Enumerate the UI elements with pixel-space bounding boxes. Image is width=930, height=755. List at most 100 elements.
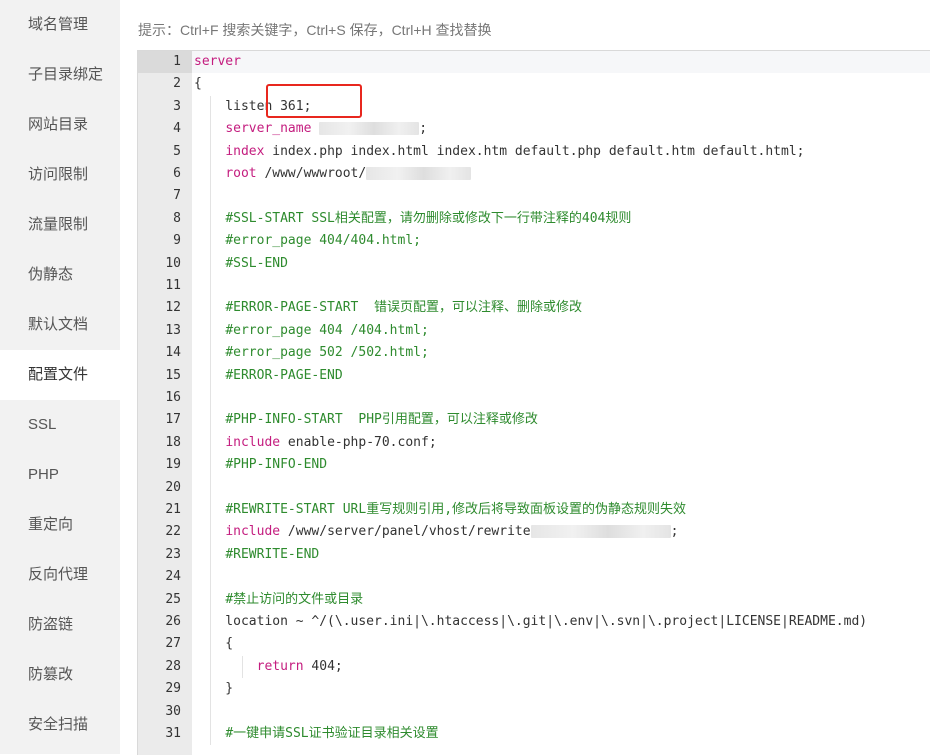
line-number: 3: [173, 98, 181, 114]
sidebar-item[interactable]: 伪静态: [0, 250, 120, 300]
line-number: 10: [165, 255, 181, 271]
line-number: 24: [165, 569, 181, 585]
code-token: 404;: [303, 658, 343, 674]
line-text: #PHP-INFO-END: [194, 454, 327, 476]
sidebar-item[interactable]: 访问限制: [0, 150, 120, 200]
line-number: 11: [165, 278, 181, 293]
code-line[interactable]: 7: [138, 185, 930, 207]
line-text: #SSL-START SSL相关配置，请勿删除或修改下一行带注释的404规则: [194, 208, 631, 230]
code-line[interactable]: 12 #ERROR-PAGE-START 错误页配置，可以注释、删除或修改: [138, 297, 930, 319]
redacted-text: [366, 167, 472, 180]
code-token: return: [256, 658, 304, 674]
code-line[interactable]: 15 #ERROR-PAGE-END: [138, 365, 930, 387]
line-number: 5: [173, 143, 181, 159]
code-line[interactable]: 17 #PHP-INFO-START PHP引用配置，可以注释或修改: [138, 409, 930, 431]
code-line[interactable]: 26 location ~ ^/(\.user.ini|\.htaccess|\…: [138, 611, 930, 633]
code-line[interactable]: 28 return 404;: [138, 656, 930, 678]
code-token: #REWRITE-START URL重写规则引用,修改后将导致面板设置的伪静态规…: [225, 502, 687, 517]
line-text: location ~ ^/(\.user.ini|\.htaccess|\.gi…: [194, 611, 867, 633]
line-text: return 404;: [194, 656, 343, 678]
line-text: #ERROR-PAGE-START 错误页配置，可以注释、删除或修改: [194, 297, 582, 319]
line-text: include enable-php-70.conf;: [194, 432, 437, 454]
line-number: 4: [173, 121, 181, 137]
line-number: 27: [165, 636, 181, 652]
line-text: #error_page 502 /502.html;: [194, 342, 429, 364]
code-line[interactable]: 4 server_name ;: [138, 118, 930, 140]
line-text: #REWRITE-END: [194, 544, 319, 566]
code-line[interactable]: 22 include /www/server/panel/vhost/rewri…: [138, 521, 930, 543]
code-token: {: [194, 636, 234, 652]
code-line[interactable]: 11: [138, 275, 930, 297]
code-token: location ~ ^/(\.user.ini|\.htaccess|\.gi…: [194, 614, 868, 629]
code-token: server_name: [225, 121, 312, 137]
code-token: #ERROR-PAGE-START 错误页配置，可以注释、删除或修改: [225, 300, 583, 316]
code-line[interactable]: 1 server: [138, 51, 930, 74]
code-line[interactable]: 10 #SSL-END: [138, 253, 930, 275]
sidebar-item[interactable]: 网站目录: [0, 100, 120, 150]
code-token: root: [225, 166, 257, 181]
sidebar-item[interactable]: 默认文档: [0, 300, 120, 350]
code-line[interactable]: 19 #PHP-INFO-END: [138, 454, 930, 476]
sidebar-item[interactable]: SSL: [0, 400, 120, 450]
code-line[interactable]: 2{: [138, 73, 930, 95]
sidebar-item[interactable]: 防盗链: [0, 600, 120, 650]
line-text: #error_page 404 /404.html;: [194, 320, 429, 342]
line-number: 14: [165, 345, 181, 361]
line-text: server_name ;: [194, 118, 427, 140]
code-line[interactable]: 6 root /www/wwwroot/: [138, 163, 930, 185]
line-number: 29: [165, 681, 181, 697]
line-text: #REWRITE-START URL重写规则引用,修改后将导致面板设置的伪静态规…: [194, 499, 686, 521]
code-line[interactable]: 8 #SSL-START SSL相关配置，请勿删除或修改下一行带注释的404规则: [138, 208, 930, 230]
code-line[interactable]: 25 #禁止访问的文件或目录: [138, 589, 930, 611]
line-number: 13: [165, 322, 181, 338]
code-line[interactable]: 21 #REWRITE-START URL重写规则引用,修改后将导致面板设置的伪…: [138, 499, 930, 521]
line-text: #PHP-INFO-START PHP引用配置，可以注释或修改: [194, 409, 538, 431]
line-number: 17: [165, 412, 181, 428]
code-line[interactable]: 3 listen 361;: [138, 96, 930, 118]
code-line[interactable]: 16: [138, 387, 930, 409]
code-line[interactable]: 5 index index.php index.html index.htm d…: [138, 141, 930, 163]
line-text: {: [194, 73, 202, 95]
code-line[interactable]: 30: [138, 701, 930, 723]
code-token: #REWRITE-END: [225, 546, 320, 562]
code-line[interactable]: 20: [138, 477, 930, 499]
code-line[interactable]: 29 }: [138, 678, 930, 700]
line-number: 25: [165, 591, 181, 607]
code-line[interactable]: 18 include enable-php-70.conf;: [138, 432, 930, 454]
sidebar-item[interactable]: 子目录绑定: [0, 50, 120, 100]
sidebar-item[interactable]: 重定向: [0, 500, 120, 550]
line-number: 28: [165, 658, 181, 674]
sidebar-item[interactable]: 域名管理: [0, 0, 120, 50]
line-text: index index.php index.html index.htm def…: [194, 141, 804, 163]
code-token: #error_page 404/404.html;: [225, 233, 421, 249]
line-text: #禁止访问的文件或目录: [194, 589, 363, 611]
sidebar-item[interactable]: 配置文件: [0, 350, 120, 400]
sidebar-item[interactable]: 安全扫描: [0, 700, 120, 750]
code-token: enable-php-70.conf;: [280, 434, 437, 450]
code-token: #PHP-INFO-START PHP引用配置，可以注释或修改: [225, 412, 538, 428]
config-code-editor[interactable]: 1 server 2{3 listen 361; 4 server_name ; 5 i…: [137, 50, 930, 755]
indent-guide: [210, 95, 211, 746]
code-line[interactable]: 23 #REWRITE-END: [138, 544, 930, 566]
code-token: #SSL-START SSL相关配置，请勿删除或修改下一行带注释的404规则: [225, 210, 632, 226]
line-number: 21: [165, 502, 181, 517]
code-line[interactable]: 27 {: [138, 633, 930, 655]
sidebar-item[interactable]: 反向代理: [0, 550, 120, 600]
line-number: 1: [138, 51, 192, 74]
code-line[interactable]: 9 #error_page 404/404.html;: [138, 230, 930, 252]
line-number: 2: [173, 76, 181, 92]
sidebar-item[interactable]: 流量限制: [0, 200, 120, 250]
code-line[interactable]: 31 #一键申请SSL证书验证目录相关设置: [138, 723, 930, 745]
line-number: 6: [173, 166, 181, 181]
line-number: 31: [165, 726, 181, 741]
code-line[interactable]: 14 #error_page 502 /502.html;: [138, 342, 930, 364]
line-number: 30: [165, 703, 181, 719]
code-line[interactable]: 24: [138, 566, 930, 588]
code-line[interactable]: 13 #error_page 404 /404.html;: [138, 320, 930, 342]
sidebar-item[interactable]: 防篡改: [0, 650, 120, 700]
line-text: }: [194, 678, 233, 700]
sidebar-nav: 域名管理 子目录绑定 网站目录 访问限制 流量限制 伪静态 默认文档 配置文件 SSL PHP 重定…: [0, 0, 120, 754]
sidebar-item[interactable]: PHP: [0, 450, 120, 500]
line-text: include /www/server/panel/vhost/rewrite;: [194, 521, 678, 543]
